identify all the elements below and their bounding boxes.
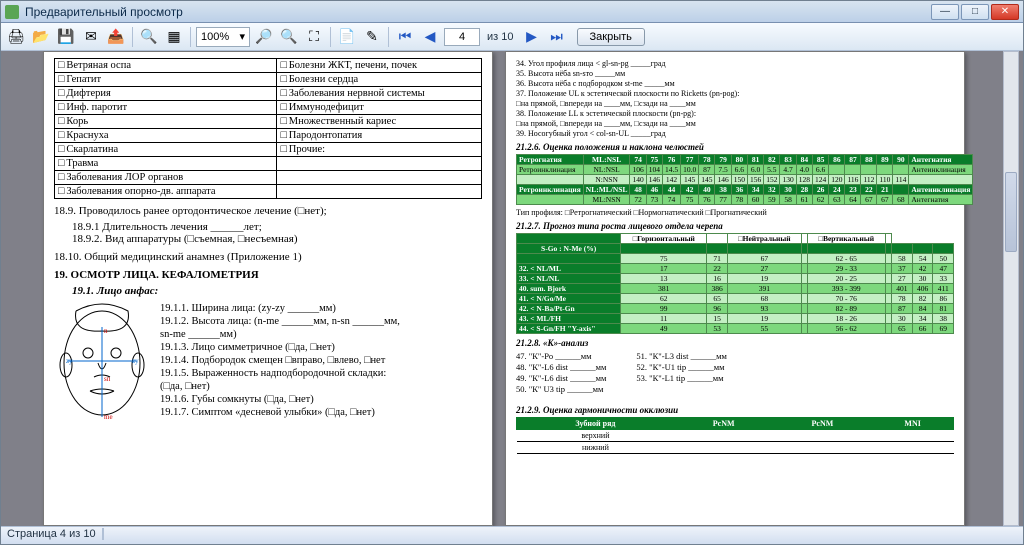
- section-19-1: 19.1. Лицо анфас:: [72, 285, 482, 297]
- disease-cell: Болезни ЖКТ, печени, почек: [277, 59, 482, 73]
- disease-cell: Дифтерия: [55, 87, 277, 101]
- heading-21-2-7: 21.2.7. Прогноз типа роста лицевого отде…: [516, 221, 954, 231]
- disease-cell: Гепатит: [55, 73, 277, 87]
- item-19-1-6: 19.1.6. Губы сомкнуты (□да, □нет): [160, 394, 482, 405]
- profile-type-row: Тип профиля: □Ретрогнатический □Нормогна…: [516, 208, 954, 217]
- section-18-10: 18.10. Общий медицинский анамнез (Прилож…: [54, 251, 482, 263]
- occlusion-table: Зубной рядPсNMPсNMMNI верхний нижний: [516, 417, 954, 454]
- section-19-heading: 19. ОСМОТР ЛИЦА. КЕФАЛОМЕТРИЯ: [54, 269, 482, 281]
- chevron-down-icon: ▾: [239, 30, 245, 43]
- disease-cell: Краснуха: [55, 129, 277, 143]
- disease-cell: Множественный кариес: [277, 115, 482, 129]
- last-page-icon[interactable]: ⏭: [546, 26, 568, 48]
- disease-cell: Скарлатина: [55, 143, 277, 157]
- item-19-1-3: 19.1.3. Лицо симметричное (□да, □нет): [160, 342, 482, 353]
- svg-text:zy: zy: [132, 357, 139, 365]
- section-18-9-1: 18.9.1 Длительность лечения ______лет;: [72, 221, 482, 233]
- section-18-9: 18.9. Проводилось ранее ортодонтическое …: [54, 205, 482, 217]
- disease-cell: Ветряная оспа: [55, 59, 277, 73]
- maximize-button[interactable]: □: [961, 4, 989, 20]
- toolbar: 🖨 📂 💾 ✉ 📤 🔍 ▦ 100%▾ 🔎 🔍 ⛶ 📄 ✎ ⏮ ◀ из 10 …: [1, 23, 1023, 51]
- disease-cell: [277, 157, 482, 171]
- edit-icon[interactable]: ✎: [361, 26, 383, 48]
- viewport: Ветряная оспаБолезни ЖКТ, печени, почекГ…: [1, 51, 1023, 526]
- item-19-1-4: 19.1.4. Подбородок смещен □вправо, □влев…: [160, 355, 482, 366]
- page-4-left: Ветряная оспаБолезни ЖКТ, печени, почекГ…: [43, 51, 493, 526]
- face-diagram: zy zy n sn me: [54, 303, 150, 423]
- first-page-icon[interactable]: ⏮: [394, 26, 416, 48]
- diseases-table: Ветряная оспаБолезни ЖКТ, печени, почекГ…: [54, 58, 482, 199]
- disease-cell: Корь: [55, 115, 277, 129]
- disease-cell: Иммунодефицит: [277, 101, 482, 115]
- section-18-9-2: 18.9.2. Вид аппаратуры (□съемная, □несъе…: [72, 233, 482, 245]
- disease-cell: Заболевания ЛОР органов: [55, 171, 277, 185]
- svg-text:n: n: [104, 327, 108, 335]
- growth-table: □Горизонтальный□Нейтральный□Вертикальный…: [516, 233, 954, 334]
- disease-cell: Пародонтопатия: [277, 129, 482, 143]
- item-19-1-7: 19.1.7. Симптом «десневой улыбки» (□да, …: [160, 407, 482, 418]
- disease-cell: Болезни сердца: [277, 73, 482, 87]
- mail-icon[interactable]: ✉: [80, 26, 102, 48]
- disease-cell: Заболевания нервной системы: [277, 87, 482, 101]
- prev-page-icon[interactable]: ◀: [419, 26, 441, 48]
- titlebar: Предварительный просмотр — □ ✕: [1, 1, 1023, 23]
- profile-measure-lines: 34. Угол профиля лица < gl-sn-pg _____гр…: [516, 59, 954, 138]
- save-icon[interactable]: 💾: [55, 26, 77, 48]
- disease-cell: Травма: [55, 157, 277, 171]
- page-sep-label: из 10: [487, 31, 514, 43]
- minimize-button[interactable]: —: [931, 4, 959, 20]
- svg-text:me: me: [104, 413, 113, 421]
- window-close-button[interactable]: ✕: [991, 4, 1019, 20]
- print-icon[interactable]: 🖨: [5, 26, 27, 48]
- item-19-1-2b: sn-me ______мм): [160, 329, 482, 340]
- page-setup-icon[interactable]: 📄: [336, 26, 358, 48]
- zoom-select[interactable]: 100%▾: [196, 27, 250, 47]
- vertical-scrollbar[interactable]: [1003, 51, 1019, 526]
- page-number-input[interactable]: [444, 28, 480, 46]
- scrollbar-thumb[interactable]: [1005, 172, 1017, 252]
- disease-cell: [277, 171, 482, 185]
- page-4-right: 34. Угол профиля лица < gl-sn-pg _____гр…: [505, 51, 965, 526]
- face-measurements: 19.1.1. Ширина лица: (zy-zy ______мм) 19…: [160, 303, 482, 423]
- item-19-1-5b: (□да, □нет): [160, 381, 482, 392]
- heading-21-2-9: 21.2.9. Оценка гармоничности окклюзии: [516, 405, 954, 415]
- app-icon: [5, 5, 19, 19]
- disease-cell: Прочие:: [277, 143, 482, 157]
- item-19-1-1: 19.1.1. Ширина лица: (zy-zy ______мм): [160, 303, 482, 314]
- svg-text:zy: zy: [66, 357, 73, 365]
- export-icon[interactable]: 📤: [105, 26, 127, 48]
- heading-21-2-6: 21.2.6. Оценка положения и наклона челюс…: [516, 142, 954, 152]
- k-analysis: 47. "К"-Po ______мм48. "К"-L6 dist _____…: [516, 350, 954, 395]
- item-19-1-2a: 19.1.2. Высота лица: (n-me ______мм, n-s…: [160, 316, 482, 327]
- disease-cell: Инф. паротит: [55, 101, 277, 115]
- heading-21-2-8: 21.2.8. «К»-анализ: [516, 338, 954, 348]
- thumbs-icon[interactable]: ▦: [163, 26, 185, 48]
- close-preview-button[interactable]: Закрыть: [577, 28, 645, 46]
- disease-cell: [277, 185, 482, 199]
- find-icon[interactable]: 🔍: [138, 26, 160, 48]
- zoom-in-icon[interactable]: 🔍: [278, 26, 300, 48]
- status-page-label: Страница 4 из 10: [7, 528, 96, 540]
- svg-text:sn: sn: [104, 375, 111, 383]
- app-window: Предварительный просмотр — □ ✕ 🖨 📂 💾 ✉ 📤…: [0, 0, 1024, 545]
- window-title: Предварительный просмотр: [25, 5, 931, 19]
- fullscreen-icon[interactable]: ⛶: [303, 26, 325, 48]
- disease-cell: Заболевания опорно-дв. аппарата: [55, 185, 277, 199]
- jaw-table: РетрогнатияML:NSL74757677787980818283848…: [516, 154, 973, 205]
- open-icon[interactable]: 📂: [30, 26, 52, 48]
- statusbar: Страница 4 из 10: [1, 526, 1023, 544]
- next-page-icon[interactable]: ▶: [521, 26, 543, 48]
- item-19-1-5: 19.1.5. Выраженность надподбородочной ск…: [160, 368, 482, 379]
- zoom-out-icon[interactable]: 🔎: [253, 26, 275, 48]
